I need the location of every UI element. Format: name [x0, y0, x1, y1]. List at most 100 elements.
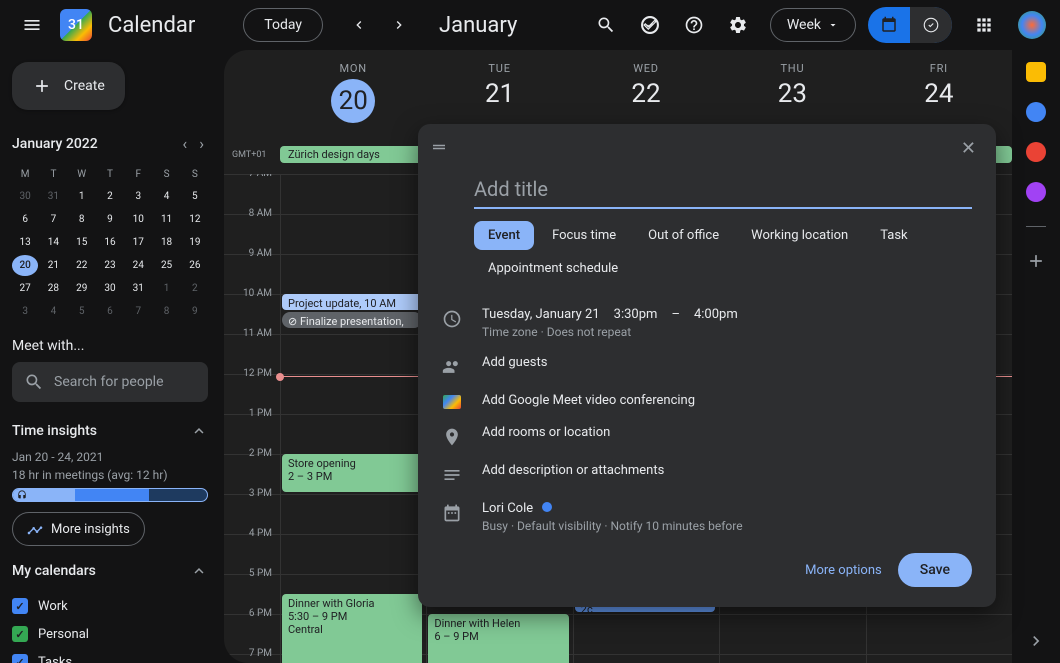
mini-cal-day[interactable]: 28 [40, 278, 66, 299]
mini-cal-day[interactable]: 1 [69, 186, 95, 207]
prev-period-button[interactable] [343, 9, 375, 41]
view-selector[interactable]: Week [770, 8, 856, 42]
mini-cal-day[interactable]: 27 [12, 278, 38, 299]
mini-cal-day[interactable]: 7 [40, 209, 66, 230]
mini-cal-day[interactable]: 1 [153, 278, 179, 299]
mini-cal-day[interactable]: 17 [125, 232, 151, 253]
add-guests-button[interactable]: Add guests [482, 355, 972, 370]
time-cell[interactable] [280, 415, 426, 454]
mini-cal-day[interactable]: 16 [97, 232, 123, 253]
mini-cal-day[interactable]: 31 [125, 278, 151, 299]
search-button[interactable] [586, 5, 626, 45]
tasks-icon[interactable] [1026, 102, 1046, 122]
keep-icon[interactable] [1026, 62, 1046, 82]
mini-cal-day[interactable]: 25 [153, 255, 179, 276]
next-period-button[interactable] [383, 9, 415, 41]
mini-cal-day[interactable]: 31 [40, 186, 66, 207]
time-cell[interactable] [280, 375, 426, 414]
mini-cal-day[interactable]: 2 [182, 278, 208, 299]
settings-button[interactable] [718, 5, 758, 45]
time-cell[interactable] [280, 335, 426, 374]
mini-cal-day[interactable]: 18 [153, 232, 179, 253]
mini-cal-day[interactable]: 3 [125, 186, 151, 207]
time-cell[interactable] [280, 175, 426, 214]
search-people-input[interactable]: Search for people [12, 362, 208, 402]
calendar-event[interactable]: ⊘ Finalize presentation, 10: [282, 312, 422, 328]
support-button[interactable] [630, 5, 670, 45]
day-column-header[interactable]: MON20 [280, 50, 426, 146]
calendar-event[interactable]: Dinner with Helen6 – 9 PM [428, 614, 568, 663]
apps-button[interactable] [964, 5, 1004, 45]
event-type-tab[interactable]: Out of office [634, 221, 733, 250]
close-button[interactable]: ✕ [953, 134, 984, 163]
tasks-view-button[interactable] [910, 7, 952, 43]
mini-cal-day[interactable]: 21 [40, 255, 66, 276]
mini-cal-day[interactable]: 29 [69, 278, 95, 299]
mini-cal-day[interactable]: 13 [12, 232, 38, 253]
event-date[interactable]: Tuesday, January 21 [482, 307, 600, 322]
calendar-toggle[interactable]: ✓Personal [12, 620, 208, 648]
time-insights-header[interactable]: Time insights [12, 418, 208, 444]
calendar-view-button[interactable] [868, 7, 910, 43]
mini-cal-day[interactable]: 24 [125, 255, 151, 276]
maps-icon[interactable] [1026, 182, 1046, 202]
mini-cal-day[interactable]: 14 [40, 232, 66, 253]
time-cell[interactable] [719, 655, 865, 663]
save-button[interactable]: Save [898, 553, 972, 587]
mini-cal-day[interactable]: 22 [69, 255, 95, 276]
mini-cal-day[interactable]: 20 [12, 255, 38, 276]
add-addon-icon[interactable] [1026, 251, 1046, 271]
create-button[interactable]: Create [12, 62, 125, 110]
mini-cal-day[interactable]: 19 [182, 232, 208, 253]
add-location-button[interactable]: Add rooms or location [482, 425, 972, 440]
main-menu-button[interactable] [12, 5, 52, 45]
event-start-time[interactable]: 3:30pm [614, 307, 658, 322]
mini-cal-day[interactable]: 6 [12, 209, 38, 230]
account-avatar[interactable] [1016, 9, 1048, 41]
mini-cal-next[interactable]: › [195, 130, 208, 157]
timezone-repeat-info[interactable]: Time zone · Does not repeat [482, 325, 972, 339]
drag-handle-icon[interactable] [430, 138, 448, 160]
time-cell[interactable] [280, 495, 426, 534]
mini-cal-day[interactable]: 26 [182, 255, 208, 276]
mini-cal-day[interactable]: 7 [125, 301, 151, 322]
event-title-input[interactable]: Add title [474, 171, 972, 209]
my-calendars-header[interactable]: My calendars [12, 558, 208, 584]
mini-cal-day[interactable]: 8 [153, 301, 179, 322]
mini-cal-day[interactable]: 8 [69, 209, 95, 230]
mini-cal-day[interactable]: 9 [97, 209, 123, 230]
event-type-tab[interactable]: Event [474, 221, 534, 250]
time-cell[interactable] [280, 255, 426, 294]
mini-cal-day[interactable]: 5 [182, 186, 208, 207]
time-cell[interactable] [573, 655, 719, 663]
time-cell[interactable] [866, 655, 1012, 663]
event-type-tab[interactable]: Appointment schedule [474, 254, 632, 283]
calendar-event[interactable]: Project update, 10 AM [282, 294, 422, 310]
mini-cal-day[interactable]: 30 [97, 278, 123, 299]
calendar-toggle[interactable]: ✓Tasks [12, 648, 208, 663]
mini-cal-day[interactable]: 4 [40, 301, 66, 322]
mini-cal-day[interactable]: 3 [12, 301, 38, 322]
today-button[interactable]: Today [243, 8, 323, 42]
more-insights-button[interactable]: More insights [12, 512, 145, 546]
more-options-button[interactable]: More options [805, 563, 882, 578]
mini-cal-day[interactable]: 11 [153, 209, 179, 230]
event-type-tab[interactable]: Focus time [538, 221, 630, 250]
mini-cal-day[interactable]: 23 [97, 255, 123, 276]
mini-cal-day[interactable]: 4 [153, 186, 179, 207]
mini-cal-day[interactable]: 5 [69, 301, 95, 322]
mini-cal-day[interactable]: 6 [97, 301, 123, 322]
add-meet-button[interactable]: Add Google Meet video conferencing [482, 393, 972, 408]
help-button[interactable] [674, 5, 714, 45]
time-cell[interactable] [280, 215, 426, 254]
time-cell[interactable] [866, 615, 1012, 654]
mini-cal-day[interactable]: 30 [12, 186, 38, 207]
visibility-info[interactable]: Busy · Default visibility · Notify 10 mi… [482, 519, 972, 533]
time-cell[interactable] [573, 615, 719, 654]
mini-cal-day[interactable]: 12 [182, 209, 208, 230]
mini-cal-day[interactable]: 15 [69, 232, 95, 253]
chevron-right-icon[interactable] [1026, 631, 1046, 651]
mini-cal-day[interactable]: 10 [125, 209, 151, 230]
calendar-toggle[interactable]: ✓Work [12, 592, 208, 620]
mini-cal-prev[interactable]: ‹ [178, 130, 191, 157]
